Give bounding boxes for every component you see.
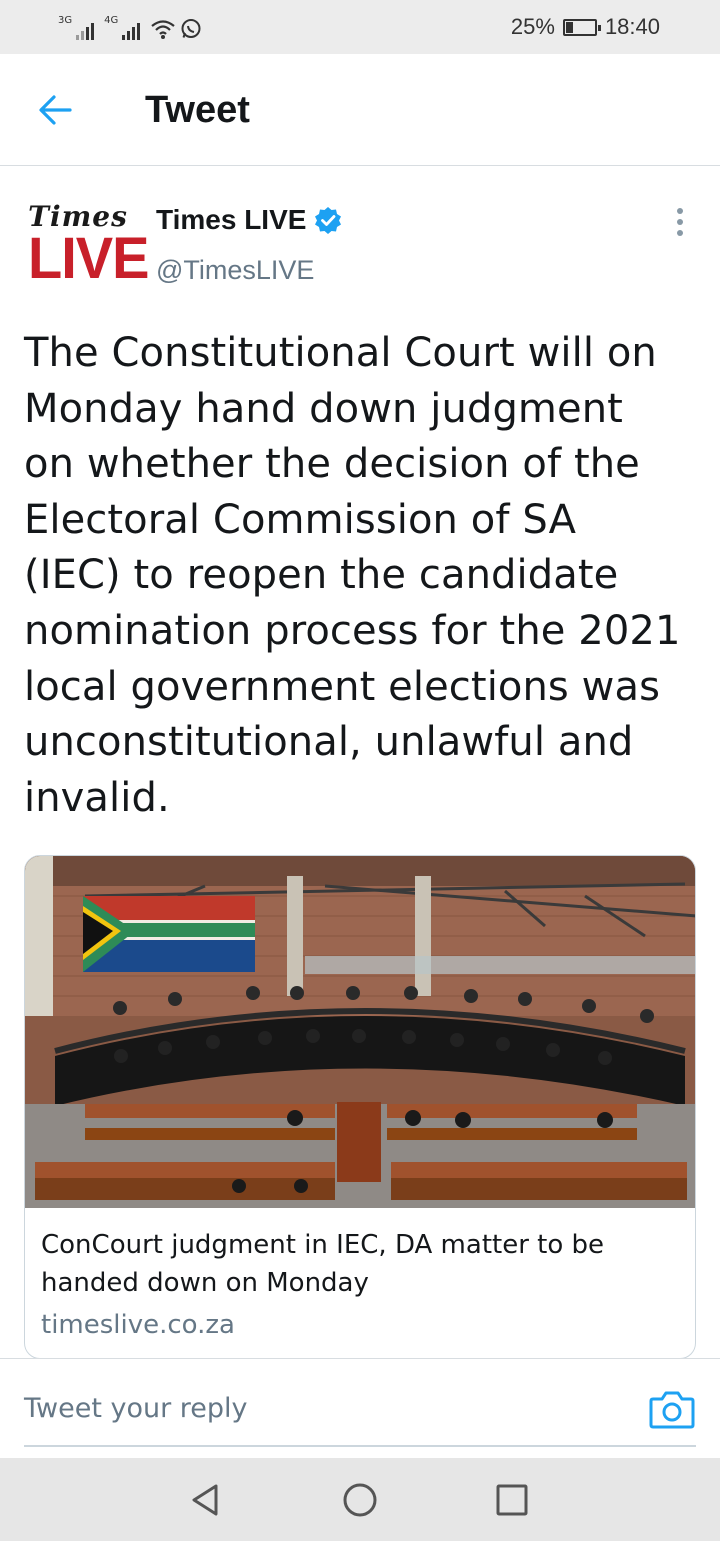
network-type-4g: 4G (104, 15, 119, 26)
card-title: ConCourt judgment in IEC, DA matter to b… (41, 1230, 605, 1298)
tweet-text: The Constitutional Court will on Monday … (24, 330, 681, 821)
battery-charging-icon (562, 18, 601, 36)
signal-icon (76, 22, 95, 40)
battery-level (565, 21, 574, 33)
battery-percent: 25% (510, 14, 555, 39)
reply-input-underline (24, 1445, 696, 1447)
arrow-left-icon[interactable] (34, 88, 78, 132)
status-bar: 3G 4G 25% 18:40 (0, 0, 720, 54)
camera-icon[interactable] (648, 1387, 696, 1431)
reply-bar: Tweet your reply (0, 1358, 720, 1458)
author-name[interactable]: Times LIVE (156, 203, 342, 237)
status-icons-right: 25% 18:40 (511, 14, 660, 40)
page-title: Tweet (145, 89, 250, 131)
verified-badge-icon (315, 207, 342, 234)
nav-recents-icon[interactable] (490, 1478, 534, 1522)
nav-home-icon[interactable] (338, 1478, 382, 1522)
app-header: Tweet (0, 54, 720, 166)
card-domain: timeslive.co.za (41, 1310, 235, 1340)
logo-text-live: LIVE (28, 224, 149, 291)
more-vertical-icon[interactable] (672, 206, 688, 238)
network-type-3g: 3G (58, 15, 73, 26)
author-handle[interactable]: @TimesLIVE (156, 254, 314, 286)
wifi-icon (151, 20, 175, 39)
system-nav-bar (0, 1458, 720, 1541)
whatsapp-icon (181, 19, 201, 38)
status-icons-left: 3G 4G (58, 14, 202, 40)
clock: 18:40 (604, 14, 660, 39)
author-avatar[interactable]: Times LIVE (28, 202, 149, 291)
author-name-text: Times LIVE (156, 204, 307, 235)
nav-back-icon[interactable] (184, 1478, 228, 1522)
card-image (25, 856, 695, 1208)
reply-input[interactable]: Tweet your reply (24, 1391, 248, 1427)
signal-icon (122, 22, 141, 40)
link-card[interactable]: ConCourt judgment in IEC, DA matter to b… (24, 855, 696, 1359)
